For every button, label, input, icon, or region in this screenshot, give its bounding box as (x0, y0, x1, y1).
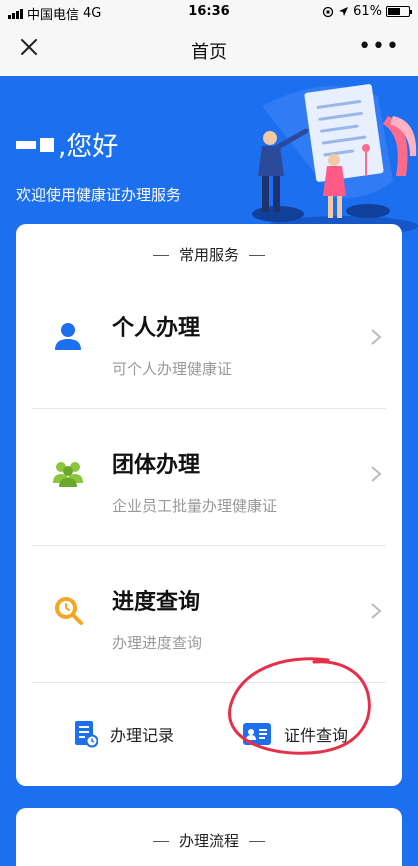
group-icon (53, 462, 83, 487)
more-menu-button[interactable]: ••• (358, 36, 400, 58)
chevron-right-icon (371, 603, 382, 619)
card-header-label: 常用服务 (178, 246, 239, 264)
status-bar: 中国电信 4G 16:36 61% (0, 0, 418, 24)
chevron-right-icon (371, 466, 382, 482)
page-title: 首页 (191, 42, 227, 63)
record-icon (75, 721, 98, 748)
hero-banner: ,您好 欢迎使用健康证办理服务 (0, 76, 418, 246)
masked-username (16, 137, 54, 152)
greeting-text: ,您好 (58, 132, 119, 162)
service-desc: 办理进度查询 (112, 634, 203, 652)
card-header: 常用服务 (16, 244, 402, 265)
status-right: 61% (322, 4, 412, 19)
welcome-text: 欢迎使用健康证办理服务 (16, 186, 182, 204)
location-icon (339, 7, 349, 16)
red-circle-annotation (228, 657, 371, 755)
service-title: 进度查询 (112, 590, 201, 615)
battery-percent: 61% (353, 4, 382, 19)
service-item-personal[interactable]: 个人办理 可个人办理健康证 (32, 272, 386, 409)
greeting: ,您好 (16, 126, 118, 163)
person-icon (55, 323, 81, 350)
service-title: 团体办理 (112, 453, 201, 478)
nav-bar: 首页 ••• (0, 24, 418, 76)
common-services-card: 常用服务 个人办理 可个人办理健康证 团体办理 企业员工批量办理健康证 进度查询 (16, 224, 402, 786)
service-title: 个人办理 (112, 316, 201, 341)
battery-fill (388, 8, 401, 15)
service-desc: 企业员工批量办理健康证 (112, 497, 278, 515)
hero-illustration (252, 84, 418, 236)
process-card: 办理流程 (16, 808, 402, 866)
service-item-group[interactable]: 团体办理 企业员工批量办理健康证 (32, 409, 386, 546)
card-header-label: 办理流程 (178, 832, 239, 850)
card-header: 办理流程 (16, 830, 402, 851)
progress-search-icon (55, 597, 83, 625)
battery-icon (386, 6, 412, 17)
chevron-right-icon (371, 329, 382, 345)
orientation-lock-icon (322, 6, 334, 17)
record-button[interactable]: 办理记录 (74, 684, 174, 784)
service-desc: 可个人办理健康证 (112, 360, 233, 378)
quick-label: 办理记录 (110, 726, 175, 745)
quick-actions: 办理记录 证件查询 (16, 657, 402, 784)
